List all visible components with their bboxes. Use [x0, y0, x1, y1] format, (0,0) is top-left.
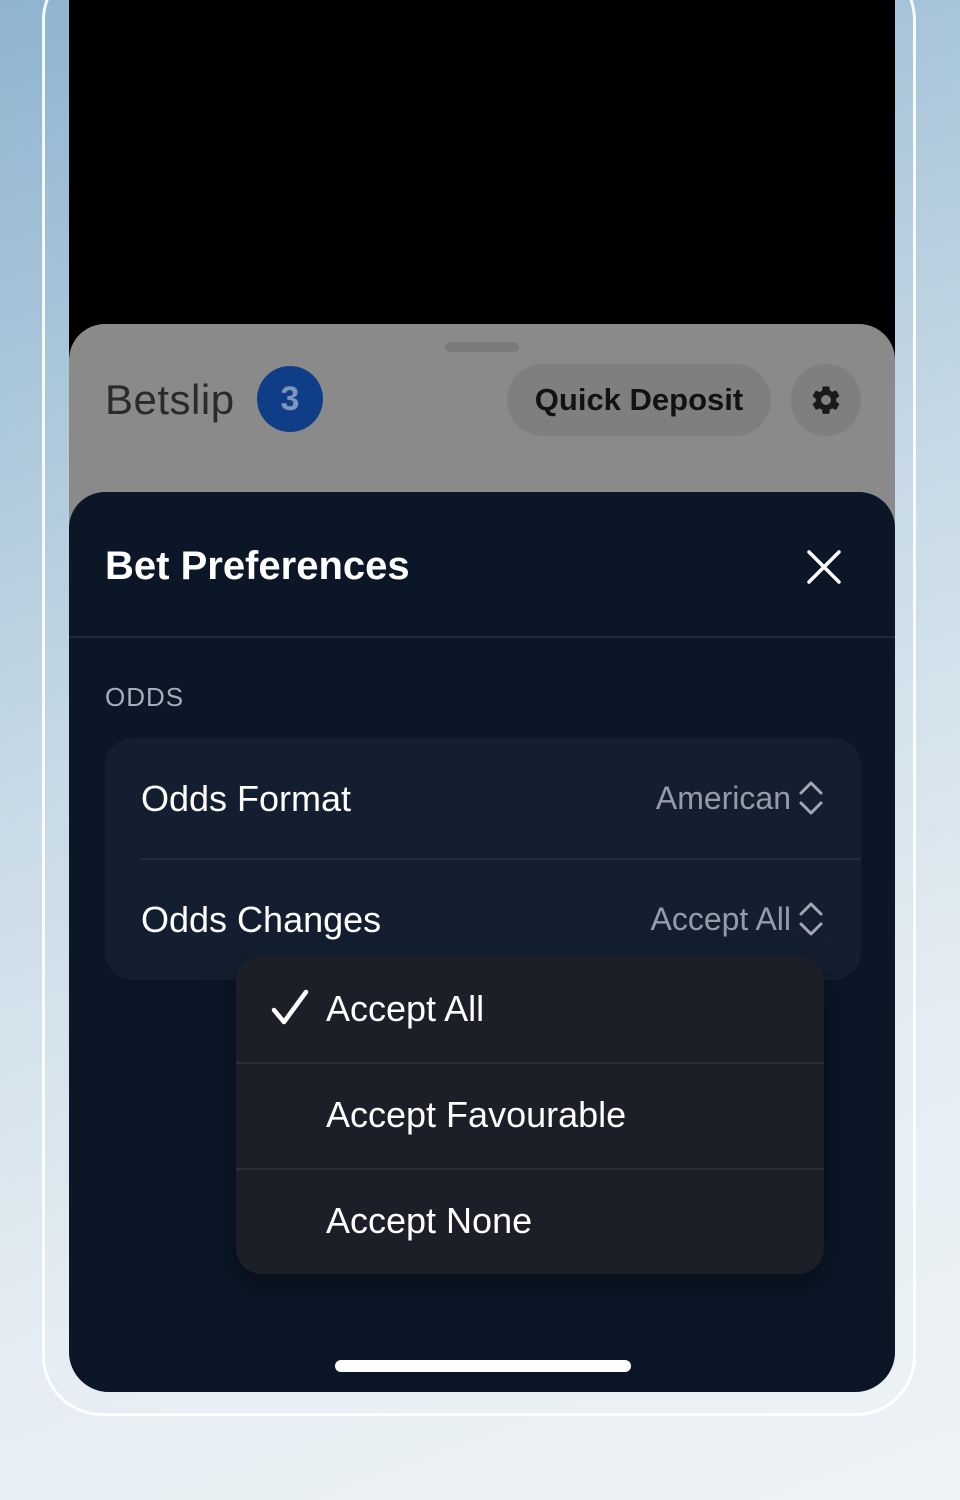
menu-item-accept-favourable[interactable]: Accept Favourable — [236, 1062, 824, 1168]
odds-format-value: American — [655, 780, 791, 816]
odds-settings-card: Odds Format American Odds Changes Accept… — [105, 738, 861, 980]
betslip-count-badge: 3 — [257, 366, 323, 432]
quick-deposit-button[interactable]: Quick Deposit — [507, 364, 771, 436]
home-indicator — [335, 1360, 631, 1372]
odds-changes-label: Odds Changes — [141, 899, 382, 940]
menu-item-label: Accept Favourable — [326, 1094, 627, 1135]
chevron-up-down-icon — [799, 781, 823, 815]
gear-icon — [812, 386, 840, 414]
menu-item-accept-all[interactable]: Accept All — [236, 956, 824, 1062]
odds-format-row[interactable]: Odds Format American — [105, 738, 861, 858]
menu-item-accept-none[interactable]: Accept None — [236, 1168, 824, 1274]
odds-format-label: Odds Format — [141, 778, 352, 819]
chevron-up-down-icon — [799, 902, 823, 936]
odds-changes-value: Accept All — [650, 901, 791, 937]
close-button[interactable] — [799, 542, 849, 592]
menu-item-label: Accept All — [326, 988, 485, 1029]
drag-handle[interactable] — [445, 342, 519, 352]
close-icon — [807, 550, 841, 584]
preferences-title: Bet Preferences — [105, 544, 410, 588]
odds-changes-dropdown: Accept All Accept Favourable Accept None — [236, 956, 824, 1274]
checkmark-icon — [271, 989, 309, 1025]
odds-section-label: ODDS — [105, 682, 185, 712]
menu-divider — [236, 1062, 824, 1064]
betslip-title: Betslip — [105, 376, 235, 423]
settings-button[interactable] — [791, 364, 861, 436]
preferences-header: Bet Preferences — [69, 492, 895, 638]
menu-item-label: Accept None — [326, 1200, 533, 1241]
menu-divider — [236, 1168, 824, 1170]
